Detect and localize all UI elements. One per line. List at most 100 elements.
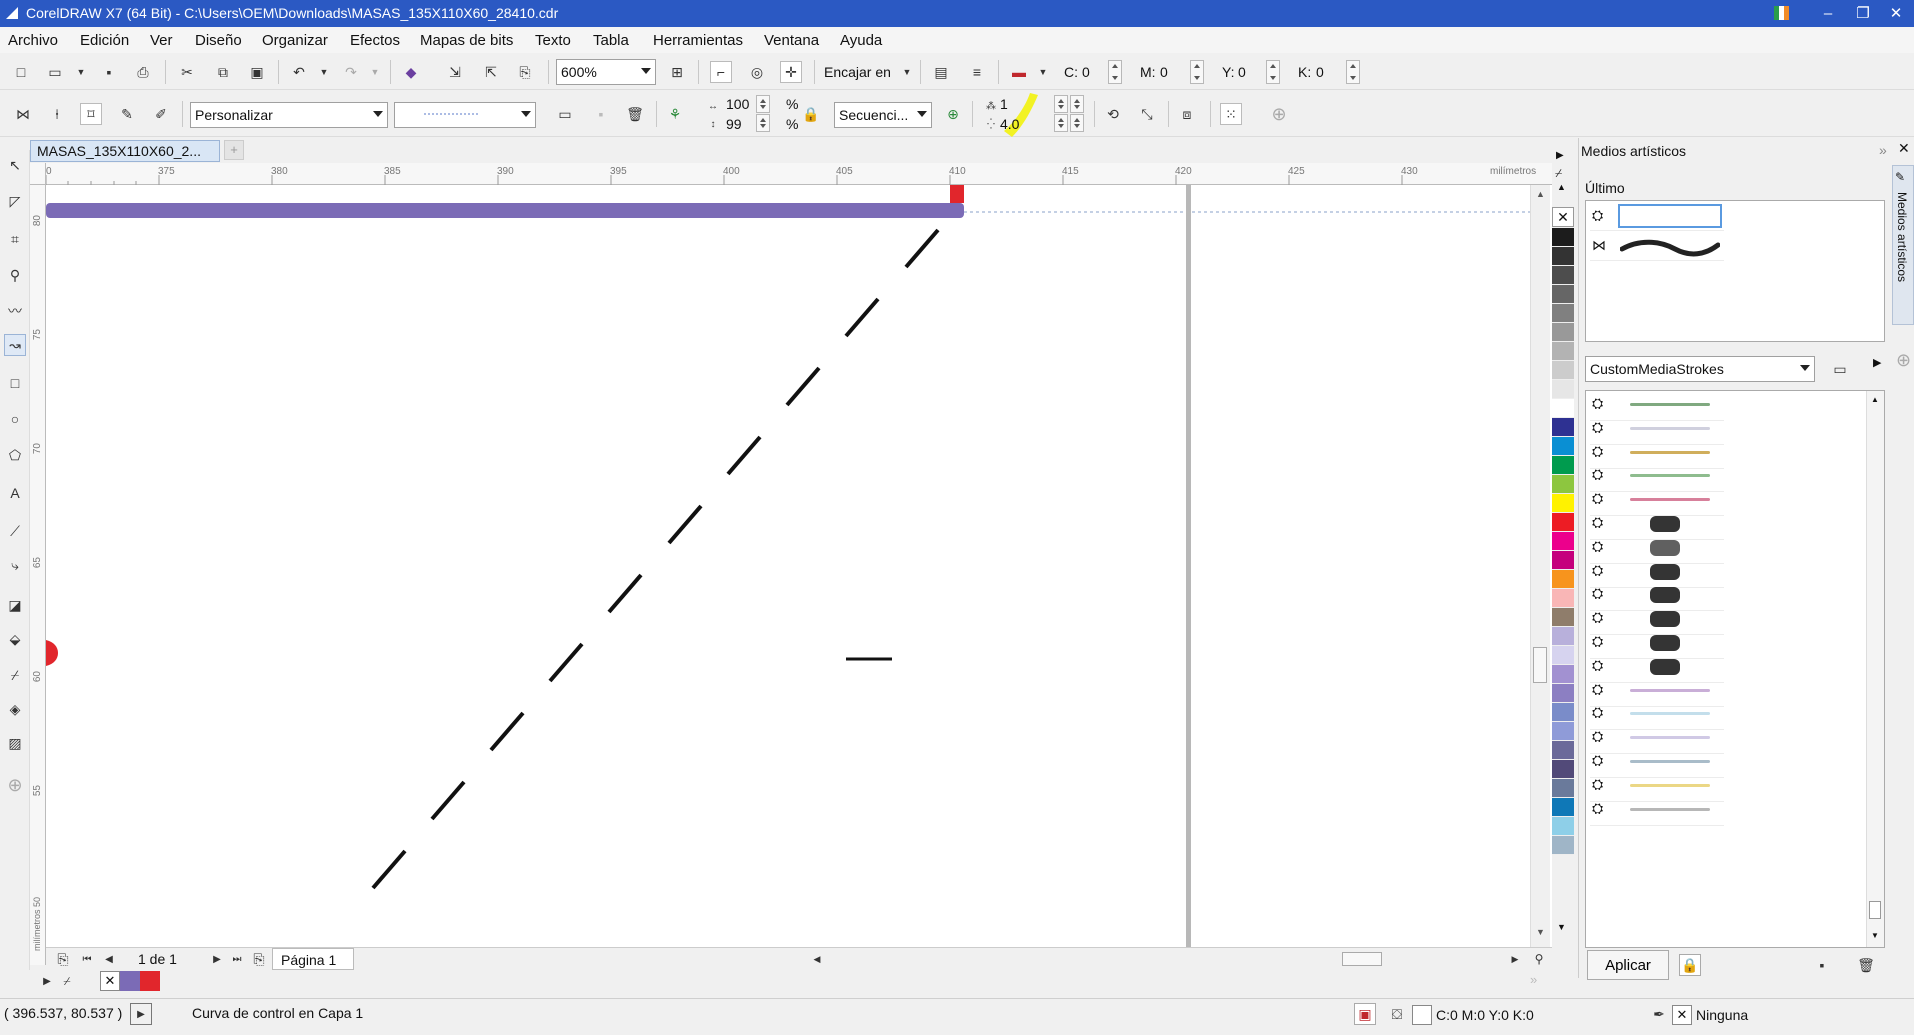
menu-herramientas[interactable]: Herramientas bbox=[653, 32, 743, 49]
undo-dropdown-icon[interactable]: ▼ bbox=[313, 61, 335, 83]
close-button[interactable]: ✕ bbox=[1876, 0, 1914, 27]
red-half-circle-shape[interactable] bbox=[46, 640, 58, 666]
docpal-expand-icon[interactable]: ▶ bbox=[36, 970, 58, 992]
rotation-icon[interactable]: ⟲ bbox=[1102, 103, 1124, 125]
palette-swatch[interactable] bbox=[1552, 741, 1574, 760]
palette-swatch[interactable] bbox=[1552, 760, 1574, 779]
outline-dropdown-icon[interactable]: ▼ bbox=[1032, 61, 1054, 83]
brush-mode-icon[interactable]: ⍿ bbox=[46, 103, 68, 125]
hscroll-right-icon[interactable]: ▶ bbox=[1504, 948, 1526, 970]
m-value[interactable]: 0 bbox=[1160, 64, 1168, 80]
recent-stroke-item[interactable]: ⋈ bbox=[1590, 233, 1724, 261]
stroke-library-select[interactable]: CustomMediaStrokes bbox=[1585, 356, 1815, 382]
palette-swatch[interactable] bbox=[1552, 779, 1574, 798]
expression-mode-icon[interactable]: ✐ bbox=[150, 103, 172, 125]
apply-button[interactable]: Aplicar bbox=[1587, 950, 1669, 980]
open-folder-icon[interactable]: ▭ bbox=[44, 61, 66, 83]
transparency-tool-icon[interactable]: ⬙ bbox=[4, 628, 26, 650]
palette-swatch[interactable] bbox=[1552, 228, 1574, 247]
text-tool-icon[interactable]: A bbox=[4, 482, 26, 504]
palette-expand-icon[interactable]: ▶ bbox=[1556, 150, 1564, 161]
full-screen-preview-icon[interactable]: ⊞ bbox=[666, 61, 688, 83]
zoom-tool-icon[interactable]: ⚲ bbox=[4, 264, 26, 286]
smart-fill-tool-icon[interactable]: ▨ bbox=[4, 732, 26, 754]
docpal-swatch[interactable] bbox=[140, 971, 160, 991]
show-guidelines-icon[interactable]: ◎ bbox=[746, 61, 768, 83]
palette-swatch[interactable] bbox=[1552, 627, 1574, 646]
search-content-icon[interactable]: ◆ bbox=[400, 61, 422, 83]
palette-swatch[interactable] bbox=[1552, 437, 1574, 456]
browse-folder-icon[interactable]: ▭ bbox=[554, 103, 576, 125]
shape-tool-icon[interactable]: ◸ bbox=[4, 190, 26, 212]
ellipse-tool-icon[interactable]: ○ bbox=[4, 408, 26, 430]
dashed-diagonal-stroke[interactable] bbox=[371, 228, 940, 890]
polygon-tool-icon[interactable]: ⬠ bbox=[4, 444, 26, 466]
list-scrollbar[interactable]: ▲ ▼ bbox=[1866, 391, 1884, 947]
export-icon[interactable]: ⇱ bbox=[480, 61, 502, 83]
offset-icon[interactable]: ⤡ bbox=[1136, 103, 1158, 125]
dabs-spinner[interactable] bbox=[1054, 95, 1068, 113]
dabs-spinner-alt[interactable] bbox=[1070, 95, 1084, 113]
snap-to-dropdown-icon[interactable]: ▼ bbox=[896, 61, 918, 83]
horizontal-ruler[interactable]: 0 375 380 385 390 395 400 405 410 415 42… bbox=[46, 163, 1552, 185]
save-stroke-icon[interactable]: ▪ bbox=[590, 103, 612, 125]
docpal-swatch[interactable] bbox=[120, 971, 140, 991]
palette-swatch[interactable] bbox=[1552, 456, 1574, 475]
zoom-corner-icon[interactable]: ⚲ bbox=[1528, 948, 1550, 970]
menu-diseno[interactable]: Diseño bbox=[195, 32, 242, 49]
dab-spacing[interactable]: 4.0 bbox=[1000, 116, 1019, 132]
import-icon[interactable]: ⇲ bbox=[444, 61, 466, 83]
preset-mode-icon[interactable]: ⋈ bbox=[12, 103, 34, 125]
add-page-after-icon[interactable]: ⎘ bbox=[248, 948, 270, 970]
vertical-scrollbar[interactable]: ▲ ▼ bbox=[1530, 185, 1550, 947]
palette-scroll-up-icon[interactable]: ▲ bbox=[1557, 182, 1566, 192]
application-launcher-icon[interactable]: ≡ bbox=[966, 61, 988, 83]
docpal-more-icon[interactable]: » bbox=[1530, 972, 1537, 987]
palette-swatch[interactable] bbox=[1552, 817, 1574, 836]
artistic-media-tool-icon[interactable]: ↝ bbox=[4, 334, 26, 356]
height-spinner[interactable] bbox=[756, 114, 770, 132]
copy-icon[interactable]: ⧉ bbox=[212, 61, 234, 83]
width-percent[interactable]: 100 bbox=[726, 96, 749, 112]
palette-swatch[interactable] bbox=[1552, 589, 1574, 608]
palette-swatch[interactable] bbox=[1552, 247, 1574, 266]
palette-swatch[interactable] bbox=[1552, 551, 1574, 570]
crop-tool-icon[interactable]: ⌗ bbox=[4, 228, 26, 250]
menu-archivo[interactable]: Archivo bbox=[8, 32, 58, 49]
browse-library-icon[interactable]: ▭ bbox=[1829, 358, 1851, 380]
hscroll-left-icon[interactable]: ◀ bbox=[806, 948, 828, 970]
palette-swatch[interactable] bbox=[1552, 513, 1574, 532]
list-scroll-thumb[interactable] bbox=[1869, 901, 1881, 919]
height-percent[interactable]: 99 bbox=[726, 116, 742, 132]
scale-with-object-icon[interactable]: ⁙ bbox=[1220, 103, 1242, 125]
delete-media-icon[interactable]: 🗑 bbox=[1855, 954, 1877, 976]
fill-swatch[interactable] bbox=[1412, 1005, 1432, 1025]
lock-icon[interactable]: 🔒 bbox=[1679, 954, 1701, 976]
new-document-icon[interactable]: □ bbox=[10, 61, 32, 83]
list-scroll-down-icon[interactable]: ▼ bbox=[1871, 931, 1879, 940]
palette-swatch[interactable] bbox=[1552, 304, 1574, 323]
width-spinner[interactable] bbox=[756, 95, 770, 113]
docker-side-tab[interactable]: ✎ Medios artísticos bbox=[1892, 165, 1914, 325]
palette-swatch[interactable] bbox=[1552, 494, 1574, 513]
next-page-icon[interactable]: ▶ bbox=[206, 948, 228, 970]
palette-swatch[interactable] bbox=[1552, 665, 1574, 684]
palette-swatch[interactable] bbox=[1552, 532, 1574, 551]
palette-swatch[interactable] bbox=[1552, 836, 1574, 855]
save-media-icon[interactable]: ▪ bbox=[1811, 954, 1833, 976]
palette-swatch[interactable] bbox=[1552, 646, 1574, 665]
save-icon[interactable]: ▪ bbox=[98, 61, 120, 83]
palette-swatch[interactable] bbox=[1552, 608, 1574, 627]
sprayer-mode-icon[interactable]: ⌑ bbox=[80, 103, 102, 125]
palette-eyedropper-icon[interactable]: ⌿ bbox=[1555, 166, 1562, 181]
menu-mapas-de-bits[interactable]: Mapas de bits bbox=[420, 32, 513, 49]
paste-icon[interactable]: ▣ bbox=[246, 61, 268, 83]
sprayer-stroke-item[interactable]: ⛭ bbox=[1590, 798, 1724, 826]
palette-swatch[interactable] bbox=[1552, 798, 1574, 817]
k-value[interactable]: 0 bbox=[1316, 64, 1324, 80]
palette-swatch[interactable] bbox=[1552, 570, 1574, 589]
pick-tool-icon[interactable]: ↖ bbox=[4, 154, 26, 176]
add-docker-icon[interactable]: ⊕ bbox=[1896, 350, 1911, 371]
m-spinner[interactable] bbox=[1190, 60, 1204, 84]
drawing-canvas[interactable] bbox=[46, 185, 1552, 947]
